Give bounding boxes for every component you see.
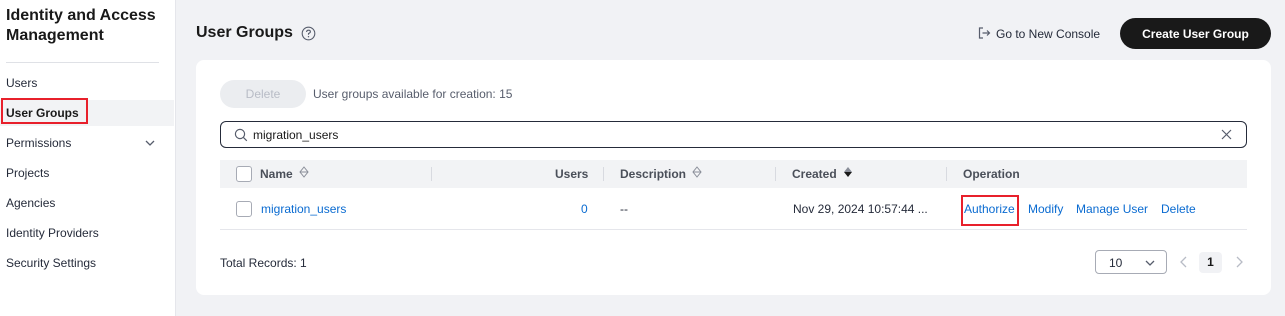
column-header-created[interactable]: Created [792, 160, 854, 188]
column-divider [603, 167, 604, 181]
column-divider [946, 167, 947, 181]
column-header-label: Name [260, 167, 293, 181]
create-user-group-button[interactable]: Create User Group [1120, 18, 1271, 49]
select-all-checkbox[interactable] [236, 166, 252, 182]
manage-user-link[interactable]: Manage User [1076, 188, 1148, 230]
page-size-select[interactable]: 10 [1095, 250, 1167, 274]
sidebar-item-identity-providers[interactable]: Identity Providers [0, 220, 174, 246]
column-header-label: Users [555, 167, 589, 181]
sort-icon[interactable] [298, 160, 310, 188]
sidebar-item-security-settings[interactable]: Security Settings [0, 250, 174, 276]
sidebar-item-label: Users [6, 76, 38, 90]
column-header-name[interactable]: Name [260, 160, 310, 188]
go-to-new-console-link[interactable]: Go to New Console [977, 24, 1100, 44]
table-header: Name Users Description Created Operation [220, 160, 1247, 188]
user-groups-card: Delete User groups available for creatio… [196, 60, 1271, 295]
page-title: User Groups [196, 24, 293, 41]
highlight-box-user-groups [1, 98, 88, 124]
current-page-button[interactable]: 1 [1199, 252, 1222, 273]
sidebar-divider [6, 62, 159, 63]
column-divider [775, 167, 776, 181]
sidebar-item-label: Identity Providers [6, 226, 99, 240]
sidebar-title: Identity and Access Management [6, 7, 156, 44]
row-checkbox[interactable] [236, 201, 252, 217]
exit-icon [977, 26, 991, 43]
column-header-users: Users [555, 160, 588, 188]
help-icon[interactable] [301, 26, 316, 41]
chevron-down-icon [1144, 257, 1156, 269]
chevron-down-icon[interactable] [143, 130, 157, 156]
close-icon[interactable] [1220, 128, 1233, 141]
next-page-icon[interactable] [1234, 256, 1244, 268]
sidebar: Identity and Access Management Users Use… [0, 0, 176, 316]
sort-descending-icon[interactable] [842, 160, 854, 188]
column-header-operation: Operation [963, 160, 1020, 188]
sidebar-item-users[interactable]: Users [0, 70, 174, 96]
column-header-label: Description [620, 167, 687, 181]
table-row: migration_users 0 -- Nov 29, 2024 10:57:… [220, 188, 1247, 230]
delete-link[interactable]: Delete [1161, 188, 1196, 230]
go-to-new-console-label: Go to New Console [996, 27, 1101, 41]
column-header-label: Operation [963, 167, 1020, 181]
description-cell: -- [620, 202, 628, 216]
sidebar-item-label: Security Settings [6, 256, 97, 270]
highlight-box-authorize [961, 195, 1019, 226]
available-groups-text: User groups available for creation: 15 [313, 87, 513, 101]
sidebar-item-label: Agencies [6, 196, 56, 210]
column-divider [431, 167, 432, 181]
column-header-label: Created [792, 167, 837, 181]
users-count-link[interactable]: 0 [581, 188, 588, 230]
group-name-link[interactable]: migration_users [261, 188, 346, 230]
page-size-value: 10 [1109, 256, 1123, 270]
sidebar-item-agencies[interactable]: Agencies [0, 190, 174, 216]
sidebar-item-label: Permissions [6, 136, 72, 150]
created-cell: Nov 29, 2024 10:57:44 ... [793, 202, 928, 216]
column-header-description[interactable]: Description [620, 160, 703, 188]
modify-link[interactable]: Modify [1028, 188, 1063, 230]
search-input[interactable] [253, 126, 1203, 144]
sidebar-item-label: Projects [6, 166, 50, 180]
sidebar-item-projects[interactable]: Projects [0, 160, 174, 186]
sidebar-item-permissions[interactable]: Permissions [0, 130, 174, 156]
search-box[interactable] [220, 121, 1247, 148]
total-records: Total Records: 1 [220, 256, 307, 270]
sort-icon[interactable] [691, 160, 703, 188]
previous-page-icon[interactable] [1179, 256, 1189, 268]
delete-button[interactable]: Delete [220, 80, 306, 108]
search-icon [234, 128, 248, 142]
